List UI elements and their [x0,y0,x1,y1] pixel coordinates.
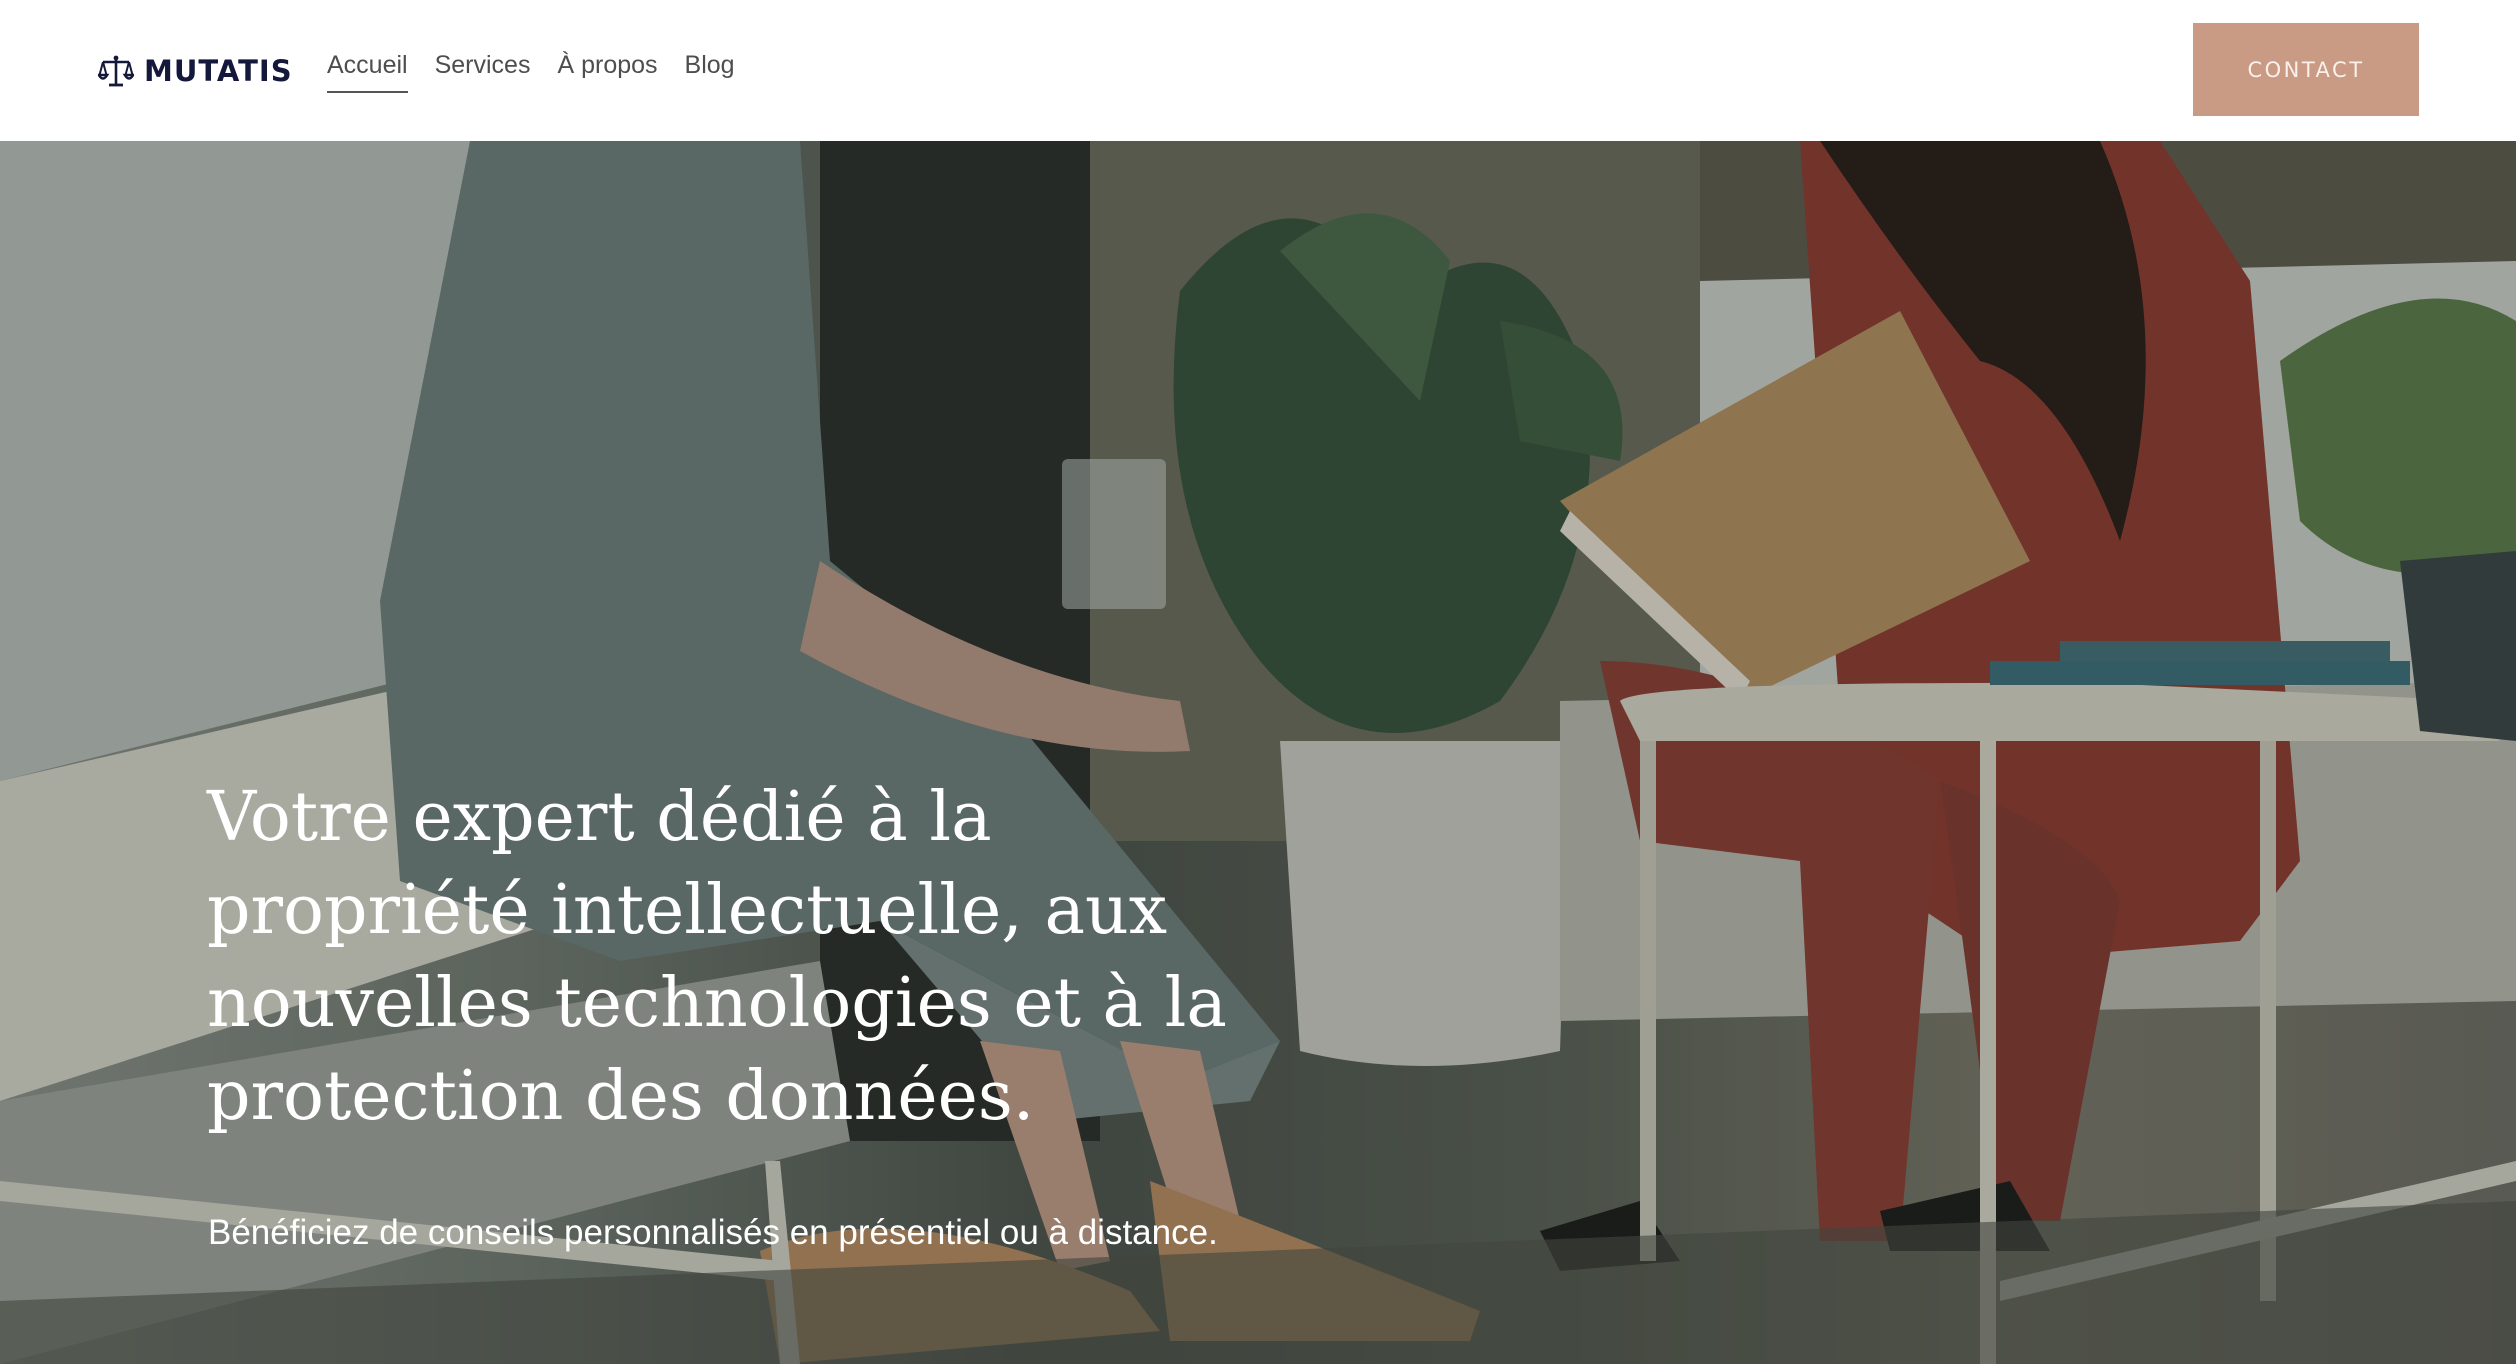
nav-item-services[interactable]: Services [435,48,531,93]
scales-icon [98,55,134,87]
hero-overlay [0,141,2516,1364]
nav-item-accueil[interactable]: Accueil [327,48,408,93]
logo-text: MUTATIS [144,54,293,88]
nav-item-blog[interactable]: Blog [685,48,735,93]
main-nav: Accueil Services À propos Blog [327,48,735,93]
hero-section: Votre expert dédié à la propriété intell… [0,141,2516,1364]
hero-subtitle: Bénéficiez de conseils personnalisés en … [208,1213,1218,1252]
site-header: MUTATIS Accueil Services À propos Blog C… [0,0,2516,141]
hero-title: Votre expert dédié à la propriété intell… [207,778,1227,1136]
nav-item-a-propos[interactable]: À propos [557,48,657,93]
logo[interactable]: MUTATIS [98,52,293,90]
contact-button[interactable]: CONTACT [2193,23,2419,116]
